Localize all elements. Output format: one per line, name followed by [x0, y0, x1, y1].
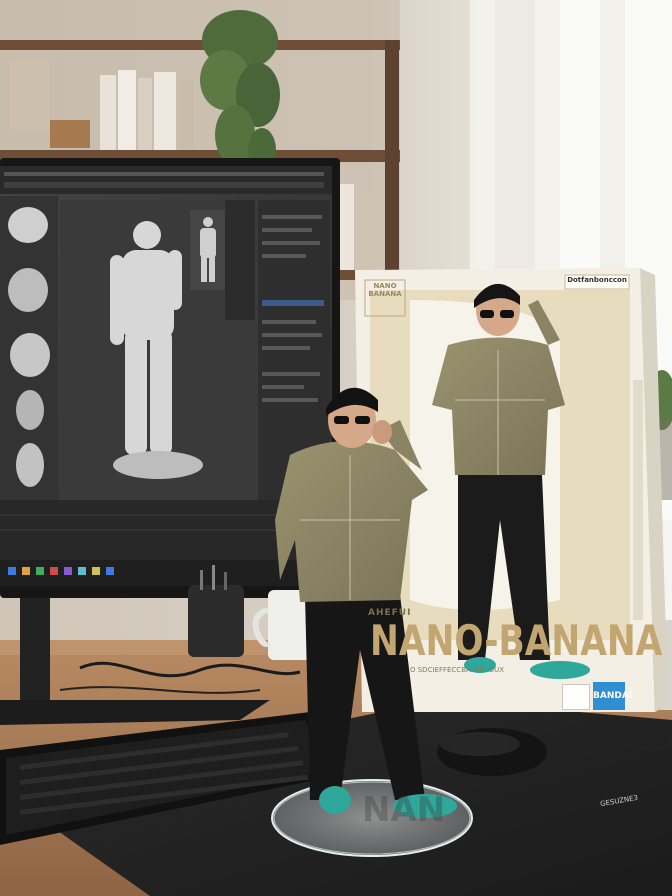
scene-svg [0, 0, 672, 896]
photo-scene: NANO BANANA Dotfanbonccon AHEFUI NANO-BA… [0, 0, 672, 896]
box-logo: NANO BANANA [368, 282, 402, 298]
monitor-stand [20, 590, 50, 710]
base-text: NAN [362, 790, 446, 830]
box-subtitle: O SDCIEFFECCBAISIECOUX [410, 666, 505, 674]
box-mascot [562, 684, 590, 710]
box-brand-logo: BANDAI [593, 682, 632, 710]
box-title: NANO-BANANA [370, 616, 663, 665]
box-corner-label: Dotfanbonccon [567, 276, 627, 284]
mouse-icon [437, 728, 547, 776]
